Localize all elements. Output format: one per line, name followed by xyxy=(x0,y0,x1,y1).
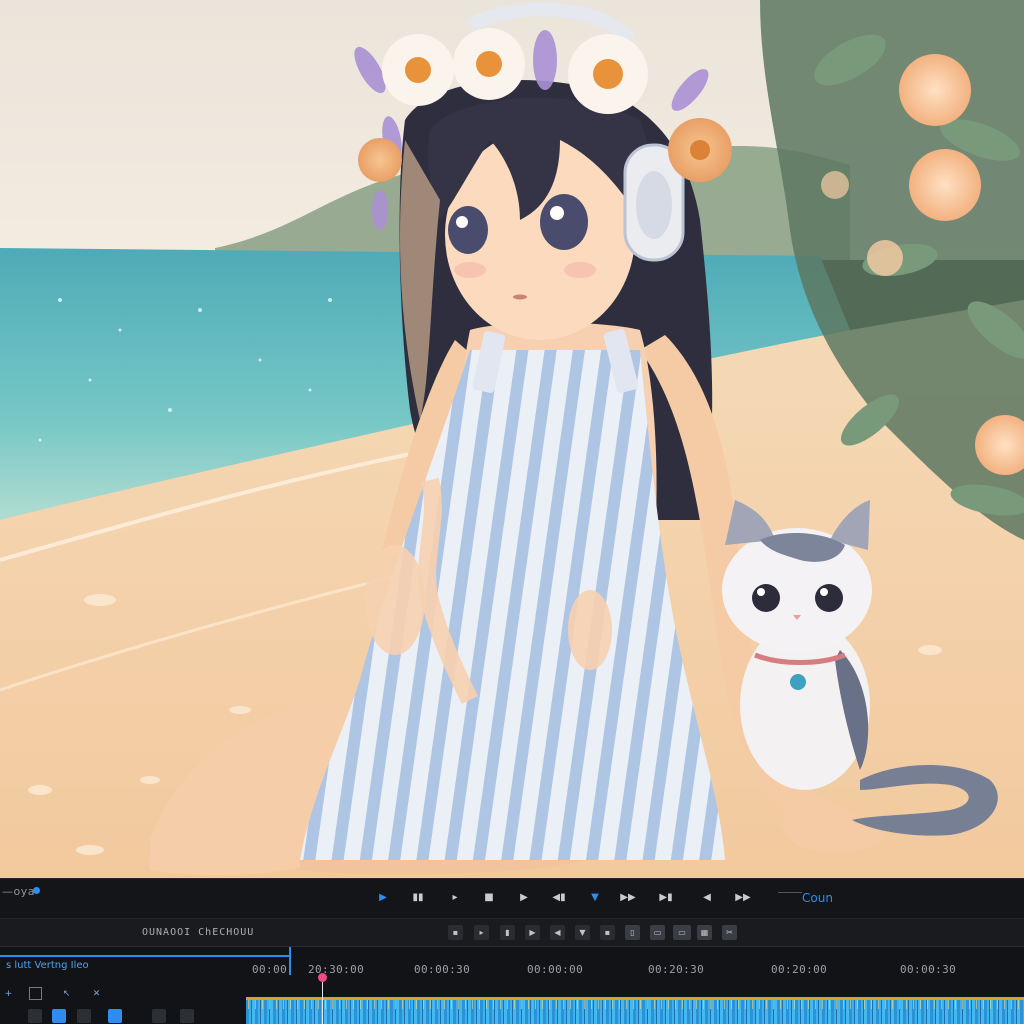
rewind-icon[interactable]: ◀▮ xyxy=(551,890,567,906)
grid-view-icon[interactable]: ▦ xyxy=(697,925,712,940)
frame-tool-icon[interactable]: ▭ xyxy=(650,925,665,940)
marker-tool-icon[interactable]: ▼ xyxy=(575,925,590,940)
audio-track-clip[interactable] xyxy=(246,997,1024,1024)
timecode-0: 00:00 xyxy=(252,963,288,976)
sequence-header xyxy=(0,947,290,957)
timecode-4: 00:20:30 xyxy=(648,963,705,976)
razor-tool-icon[interactable]: ▸ xyxy=(474,925,489,940)
record-indicator-icon xyxy=(33,887,40,894)
close-icon[interactable]: ✕ xyxy=(90,987,103,1000)
playhead-line[interactable] xyxy=(322,975,323,1024)
tool-strip-label: OUNAOOI ChECHOUU xyxy=(142,927,255,938)
transport-divider xyxy=(778,892,802,893)
timecode-6: 00:00:30 xyxy=(900,963,957,976)
sequence-label[interactable]: s lutt Vertng Ileo xyxy=(6,960,89,971)
track-toggle-3[interactable] xyxy=(77,1009,91,1023)
cursor-icon[interactable]: ↖ xyxy=(60,987,73,1000)
cut-tool-icon[interactable]: ✂ xyxy=(722,925,737,940)
play-small-icon[interactable]: ▶ xyxy=(516,890,532,906)
track-toggle-6[interactable] xyxy=(180,1009,194,1023)
hand-tool-icon[interactable]: ▮ xyxy=(500,925,515,940)
track-toggle-5[interactable] xyxy=(152,1009,166,1023)
transport-right-label[interactable]: Coun xyxy=(802,891,833,905)
arrow-tool-icon[interactable]: ▪ xyxy=(448,925,463,940)
timecode-1: 20:30:00 xyxy=(308,963,365,976)
transport-bar: —oya ▶ ▮▮ ▸ ■ ▶ ◀▮ ▼ ▶▶ ▶▮ ◀ ▶▶ Coun xyxy=(0,878,1024,918)
play-icon[interactable]: ▶ xyxy=(375,890,391,906)
document-icon[interactable]: ▯ xyxy=(625,925,640,940)
timecode-5: 00:20:00 xyxy=(771,963,828,976)
transport-left-label: —oya xyxy=(2,885,35,898)
step-forward-icon[interactable]: ▸ xyxy=(447,890,463,906)
tool-strip: OUNAOOI ChECHOUU ▪ ▸ ▮ ▶ ◀ ▼ ▪ ▯ ▭ ▭ ▦ ✂ xyxy=(0,918,1024,946)
grid-tool-icon[interactable]: ▭ xyxy=(673,925,691,940)
select-tool-icon[interactable]: ▪ xyxy=(600,925,615,940)
track-toggle-1[interactable] xyxy=(28,1009,42,1023)
stop-icon[interactable]: ▮▮ xyxy=(410,890,426,906)
next-icon[interactable]: ▶▶ xyxy=(735,890,751,906)
clip-tool-icon[interactable]: ◀ xyxy=(550,925,565,940)
fast-forward-icon[interactable]: ▶▶ xyxy=(620,890,636,906)
video-preview xyxy=(0,0,1024,878)
frame-icon[interactable]: ■ xyxy=(481,890,497,906)
playhead-handle-icon[interactable] xyxy=(318,973,327,982)
back-icon[interactable]: ◀ xyxy=(699,890,715,906)
timecode-2: 00:00:30 xyxy=(414,963,471,976)
track-toggle-4[interactable] xyxy=(108,1009,122,1023)
marker-icon[interactable]: ▼ xyxy=(587,890,603,906)
preview-frame-image xyxy=(0,0,1024,878)
slip-tool-icon[interactable]: ▶ xyxy=(525,925,540,940)
in-point-marker[interactable] xyxy=(289,947,291,975)
play-forward-icon[interactable]: ▶▮ xyxy=(658,890,674,906)
timecode-3: 00:00:00 xyxy=(527,963,584,976)
square-icon[interactable] xyxy=(29,987,42,1000)
timeline-panel: s lutt Vertng Ileo + ↖ ✕ 00:00 20:30:00 … xyxy=(0,946,1024,1024)
plus-icon[interactable]: + xyxy=(2,987,15,1000)
track-toggle-2[interactable] xyxy=(52,1009,66,1023)
